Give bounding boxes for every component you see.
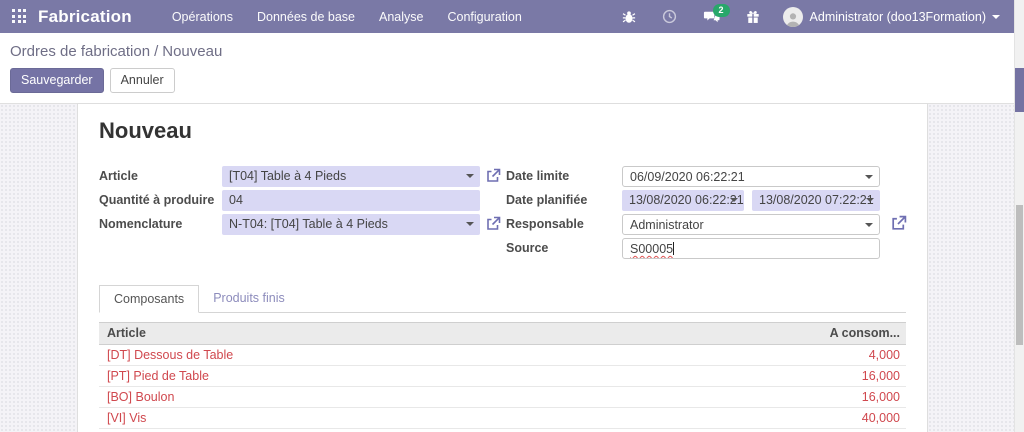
source-field[interactable]: S00005 [622,238,880,259]
main-menu: Opérations Données de base Analyse Confi… [160,1,534,33]
breadcrumb-parent[interactable]: Ordres de fabrication [10,43,150,60]
bom-value: N-T04: [T04] Table à 4 Pieds [229,217,388,231]
dropdown-caret-icon [865,175,873,179]
article-label: Article [99,166,221,187]
message-count-badge: 2 [713,4,730,17]
article-external-link-icon[interactable] [485,168,501,184]
dropdown-caret-icon [866,198,874,202]
dropdown-caret-icon [865,223,873,227]
user-name: Administrator (doo13Formation) [810,10,986,24]
cell-article[interactable]: [BO] Boulon [99,387,808,407]
avatar [783,7,803,27]
table-row[interactable]: [PT] Pied de Table 16,000 [99,366,906,387]
table-row[interactable]: [VI] Vis 40,000 [99,408,906,429]
save-button[interactable]: Sauvegarder [10,68,104,93]
cell-article[interactable]: [VI] Vis [99,408,808,428]
systray: 2 Administrator (doo13For [609,7,1014,27]
menu-item-analysis[interactable]: Analyse [367,1,435,33]
form-sheet: Nouveau Article [T04] Table à 4 Pieds Qu… [77,103,928,432]
bug-icon[interactable] [609,10,649,24]
control-panel: Ordres de fabrication/Nouveau Sauvegarde… [0,33,1014,103]
article-value: [T04] Table à 4 Pieds [229,169,346,183]
quantity-label: Quantité à produire [99,190,221,211]
breadcrumb-separator: / [150,43,162,60]
cell-article[interactable]: [PT] Pied de Table [99,366,808,386]
column-header-to-consume[interactable]: A consom... [808,323,906,344]
source-label: Source [506,238,628,259]
cell-article[interactable]: [DT] Dessous de Table [99,345,808,365]
user-menu[interactable]: Administrator (doo13Formation) [783,7,1000,27]
menu-item-configuration[interactable]: Configuration [435,1,533,33]
breadcrumb: Ordres de fabrication/Nouveau [10,43,222,60]
responsible-label: Responsable [506,214,628,235]
deadline-value: 06/09/2020 06:22:21 [630,170,745,184]
planned-date-label: Date planifiée [506,190,628,211]
app-title: Fabrication [38,7,132,27]
dropdown-caret-icon [466,222,474,226]
cell-qty[interactable]: 40,000 [808,408,906,428]
scrollbar-thumb[interactable] [1016,205,1023,345]
gift-icon[interactable] [733,10,773,24]
control-panel-buttons: Sauvegarder Annuler [10,68,175,93]
responsible-field[interactable]: Administrator [622,214,880,235]
dropdown-caret-icon [466,174,474,178]
tab-finished-products[interactable]: Produits finis [199,285,299,312]
quantity-field[interactable]: 04 [222,190,480,211]
planned-start-field[interactable]: 13/08/2020 06:22:21 [622,190,744,211]
scrollbar-thumb-top[interactable] [1015,68,1024,112]
menu-item-operations[interactable]: Opérations [160,1,245,33]
deadline-field[interactable]: 06/09/2020 06:22:21 [622,166,880,187]
planned-end-value: 13/08/2020 07:22:21 [759,193,874,207]
cell-qty[interactable]: 16,000 [808,366,906,386]
cancel-button[interactable]: Annuler [110,68,175,93]
table-header-row: Article A consom... [99,322,906,345]
bom-external-link-icon[interactable] [485,216,501,232]
source-value: S00005 [630,242,673,256]
planned-start-value: 13/08/2020 06:22:21 [629,193,744,207]
window-scrollbar[interactable] [1014,0,1024,432]
responsible-external-link-icon[interactable] [890,215,907,232]
clock-icon[interactable] [649,9,690,24]
quantity-value: 04 [229,193,243,207]
column-header-article[interactable]: Article [99,323,808,344]
content-area: Nouveau Article [T04] Table à 4 Pieds Qu… [0,103,1014,432]
cell-qty[interactable]: 16,000 [808,387,906,407]
deadline-label: Date limite [506,166,628,187]
apps-grid-icon[interactable] [12,9,27,24]
dropdown-caret-icon [730,198,738,202]
chevron-down-icon [992,15,1000,19]
table-row[interactable]: [BO] Boulon 16,000 [99,387,906,408]
notebook-tabs: Composants Produits finis [99,285,906,313]
tab-components[interactable]: Composants [99,285,199,313]
article-field[interactable]: [T04] Table à 4 Pieds [222,166,480,187]
top-nav-bar: Fabrication Opérations Données de base A… [0,0,1014,33]
cell-qty[interactable]: 4,000 [808,345,906,365]
odoo-window: Fabrication Opérations Données de base A… [0,0,1024,432]
bom-field[interactable]: N-T04: [T04] Table à 4 Pieds [222,214,480,235]
bom-label: Nomenclature [99,214,221,235]
responsible-value: Administrator [630,218,704,232]
record-title: Nouveau [99,118,192,144]
table-row[interactable]: [DT] Dessous de Table 4,000 [99,345,906,366]
chat-icon[interactable]: 2 [690,10,733,24]
breadcrumb-current: Nouveau [162,43,222,60]
components-table: Article A consom... [DT] Dessous de Tabl… [99,322,906,432]
menu-item-master-data[interactable]: Données de base [245,1,367,33]
text-cursor [673,242,674,255]
planned-end-field[interactable]: 13/08/2020 07:22:21 [752,190,880,211]
